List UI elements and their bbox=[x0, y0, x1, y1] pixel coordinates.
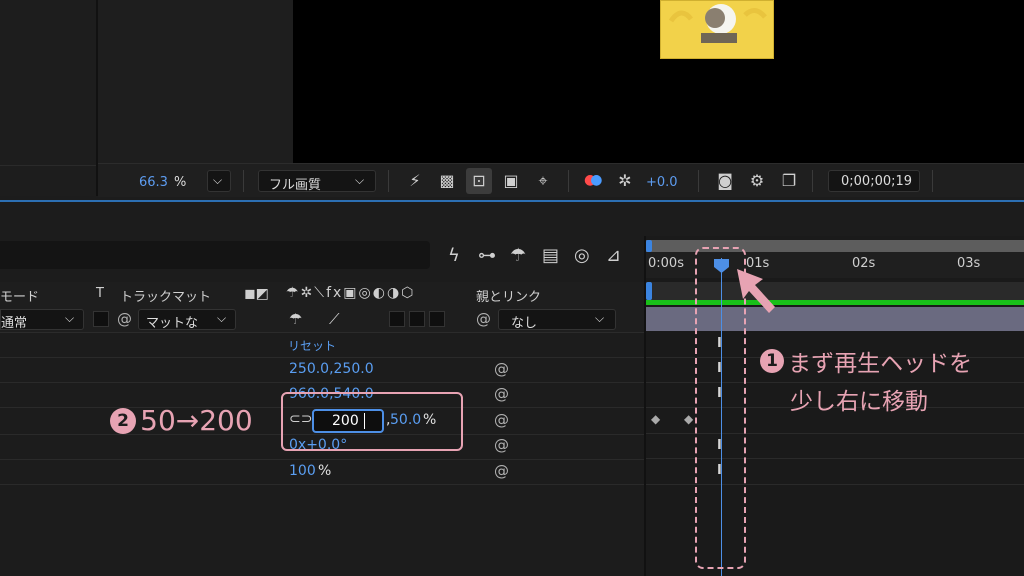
column-t[interactable]: T bbox=[96, 286, 104, 301]
fast-preview-icon[interactable]: ⚡ bbox=[404, 171, 426, 190]
show-snapshot-icon[interactable]: ⚙ bbox=[746, 171, 768, 190]
resolution-dropdown[interactable]: フル画質 ⌵ bbox=[258, 170, 376, 193]
track-matte-dropdown[interactable]: マットな ⌵ bbox=[138, 309, 236, 331]
project-panel bbox=[0, 0, 98, 196]
layer-in-point-marker[interactable] bbox=[646, 282, 652, 300]
chevron-down-icon: ⌵ bbox=[217, 311, 227, 325]
grid-guides-icon[interactable]: ⌖ bbox=[532, 171, 554, 191]
column-track-matte[interactable]: トラックマット bbox=[120, 286, 211, 305]
timecode-text: 0;00;00;19 bbox=[841, 174, 913, 189]
opacity-value[interactable]: 100 bbox=[289, 463, 316, 479]
effect-switch[interactable] bbox=[389, 311, 405, 327]
pointer-arrow-icon bbox=[737, 269, 775, 313]
divider bbox=[568, 170, 569, 192]
zoom-value[interactable]: 66.3 bbox=[139, 175, 168, 190]
motion-blur-icon[interactable]: ◎ bbox=[574, 245, 590, 266]
switches-header-icons: ☂✲⟍fx▣◎◐◑⬡ bbox=[286, 285, 416, 301]
shy-switch-icon[interactable]: ☂ bbox=[289, 310, 302, 328]
blend-mode-value: 通常 bbox=[1, 316, 28, 331]
keyframe-diamond[interactable]: ◆ bbox=[651, 412, 660, 426]
pick-whip-icon[interactable]: @ bbox=[117, 310, 132, 328]
column-header-row: モード T トラックマット ◼◩ ☂✲⟍fx▣◎◐◑⬡ 親とリンク bbox=[0, 282, 644, 308]
step1-line2: 少し右に移動 bbox=[790, 389, 928, 415]
blend-mode-dropdown[interactable]: 通常 ⌵ bbox=[0, 309, 84, 331]
motion-blur-switch[interactable] bbox=[429, 311, 445, 327]
keyframe-diamond[interactable]: ◆ bbox=[684, 412, 693, 426]
transparency-grid-icon[interactable]: ▩ bbox=[436, 171, 458, 190]
chevron-down-icon: ⌵ bbox=[213, 173, 223, 187]
ruler-label: 0:00s bbox=[648, 256, 684, 271]
chevron-down-icon: ⌵ bbox=[355, 173, 365, 187]
draft-3d-icon[interactable]: ϟ bbox=[448, 245, 460, 266]
viewer-gutter bbox=[98, 0, 293, 163]
pick-whip-icon[interactable]: @ bbox=[494, 411, 509, 429]
property-row-transform: リセット bbox=[0, 332, 644, 358]
column-mode[interactable]: モード bbox=[0, 286, 39, 305]
reset-link[interactable]: リセット bbox=[288, 337, 336, 354]
parent-dropdown[interactable]: なし ⌵ bbox=[498, 309, 616, 331]
zoom-dropdown-button[interactable]: ⌵ bbox=[207, 170, 231, 192]
switch-icons: ◼◩ bbox=[244, 286, 269, 302]
panel-focus-border bbox=[0, 200, 1024, 202]
preserve-transparency-checkbox[interactable] bbox=[93, 311, 109, 327]
channel-color-icon[interactable]: ●● bbox=[584, 172, 604, 188]
composition-viewer[interactable] bbox=[293, 0, 1024, 163]
chevron-down-icon: ⌵ bbox=[65, 311, 75, 325]
camera-snapshot-icon[interactable]: ◙ bbox=[714, 171, 736, 190]
ruler-label: 02s bbox=[852, 256, 876, 271]
mask-path-visibility-icon[interactable]: ⊡ bbox=[466, 168, 492, 194]
divider bbox=[932, 170, 933, 192]
chevron-down-icon: ⌵ bbox=[595, 311, 605, 325]
pick-whip-icon[interactable]: @ bbox=[494, 385, 509, 403]
property-row-anchor: 250.0,250.0 @ bbox=[0, 357, 644, 383]
graph-editor-icon[interactable]: ⊶ bbox=[478, 245, 496, 266]
region-of-interest-icon[interactable]: ▣ bbox=[500, 171, 522, 190]
scale-highlight-box bbox=[281, 392, 463, 451]
zoom-unit: % bbox=[174, 175, 187, 190]
timecode-display[interactable]: 0;00;00;19 bbox=[828, 170, 920, 192]
exposure-reset-icon[interactable]: ✲ bbox=[614, 171, 636, 190]
work-area-start-handle[interactable] bbox=[646, 240, 652, 252]
ruler-label: 03s bbox=[957, 256, 981, 271]
step1-annotation: 1 まず再生ヘッドを 少し右に移動 bbox=[760, 344, 1020, 416]
track-matte-value: マットな bbox=[146, 316, 199, 331]
layer-search-input[interactable] bbox=[0, 241, 430, 269]
divider bbox=[243, 170, 244, 192]
viewer-toolbar: 66.3 % ⌵ フル画質 ⌵ ⚡ ▩ ⊡ ▣ ⌖ ●● ✲ +0.0 ◙ ⚙ … bbox=[98, 163, 1024, 197]
divider bbox=[388, 170, 389, 192]
step1-number: 1 bbox=[760, 349, 784, 373]
pick-whip-icon[interactable]: @ bbox=[494, 360, 509, 378]
preview-image bbox=[668, 4, 767, 43]
anchor-value[interactable]: 250.0,250.0 bbox=[289, 361, 374, 377]
property-row-opacity: 100 % @ bbox=[0, 459, 644, 485]
opacity-unit: % bbox=[318, 463, 332, 479]
parent-pick-whip-icon[interactable]: @ bbox=[476, 310, 491, 328]
resolution-label: フル画質 bbox=[269, 178, 322, 193]
column-parent-link[interactable]: 親とリンク bbox=[476, 286, 541, 305]
pick-whip-icon[interactable]: @ bbox=[494, 462, 509, 480]
preview-options-icon[interactable]: ❐ bbox=[778, 171, 800, 190]
step2-annotation: 2 50→200 bbox=[110, 404, 253, 437]
frame-blending-icon[interactable]: ▤ bbox=[542, 245, 559, 266]
preview-thumbnail bbox=[660, 0, 774, 59]
step2-number: 2 bbox=[110, 407, 136, 434]
divider bbox=[698, 170, 699, 192]
exposure-value[interactable]: +0.0 bbox=[646, 175, 678, 190]
frame-blend-switch[interactable] bbox=[409, 311, 425, 327]
layer-row[interactable]: 通常 ⌵ @ マットな ⌵ ☂ ⟋ @ なし ⌵ bbox=[0, 307, 644, 333]
step2-text: 50→200 bbox=[140, 404, 253, 437]
parent-value: なし bbox=[511, 316, 538, 331]
step1-line1: まず再生ヘッドを bbox=[788, 351, 973, 377]
quality-switch-icon[interactable]: ⟋ bbox=[329, 310, 340, 328]
graph-view-icon[interactable]: ⊿ bbox=[606, 245, 621, 266]
pick-whip-icon[interactable]: @ bbox=[494, 436, 509, 454]
shy-layers-icon[interactable]: ☂ bbox=[510, 245, 526, 266]
divider bbox=[812, 170, 813, 192]
